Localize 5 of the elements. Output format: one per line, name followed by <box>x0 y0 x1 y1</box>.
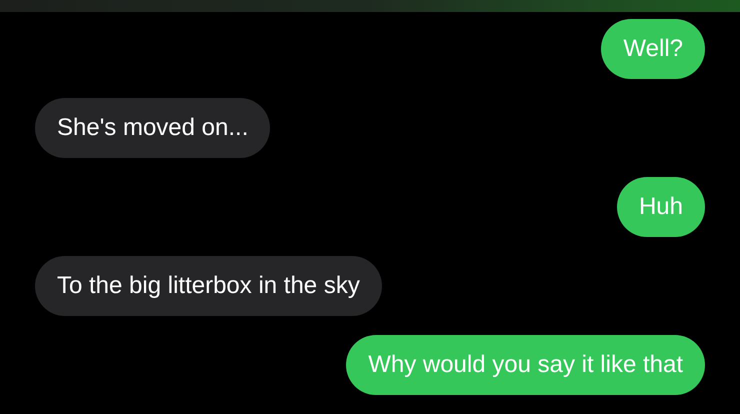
sent-message: Well? <box>601 19 705 79</box>
sent-message: Why would you say it like that <box>346 335 705 395</box>
received-message: She's moved on... <box>35 98 270 158</box>
sent-message: Huh <box>616 177 705 237</box>
received-message: To the big litterbox in the sky <box>35 256 382 316</box>
